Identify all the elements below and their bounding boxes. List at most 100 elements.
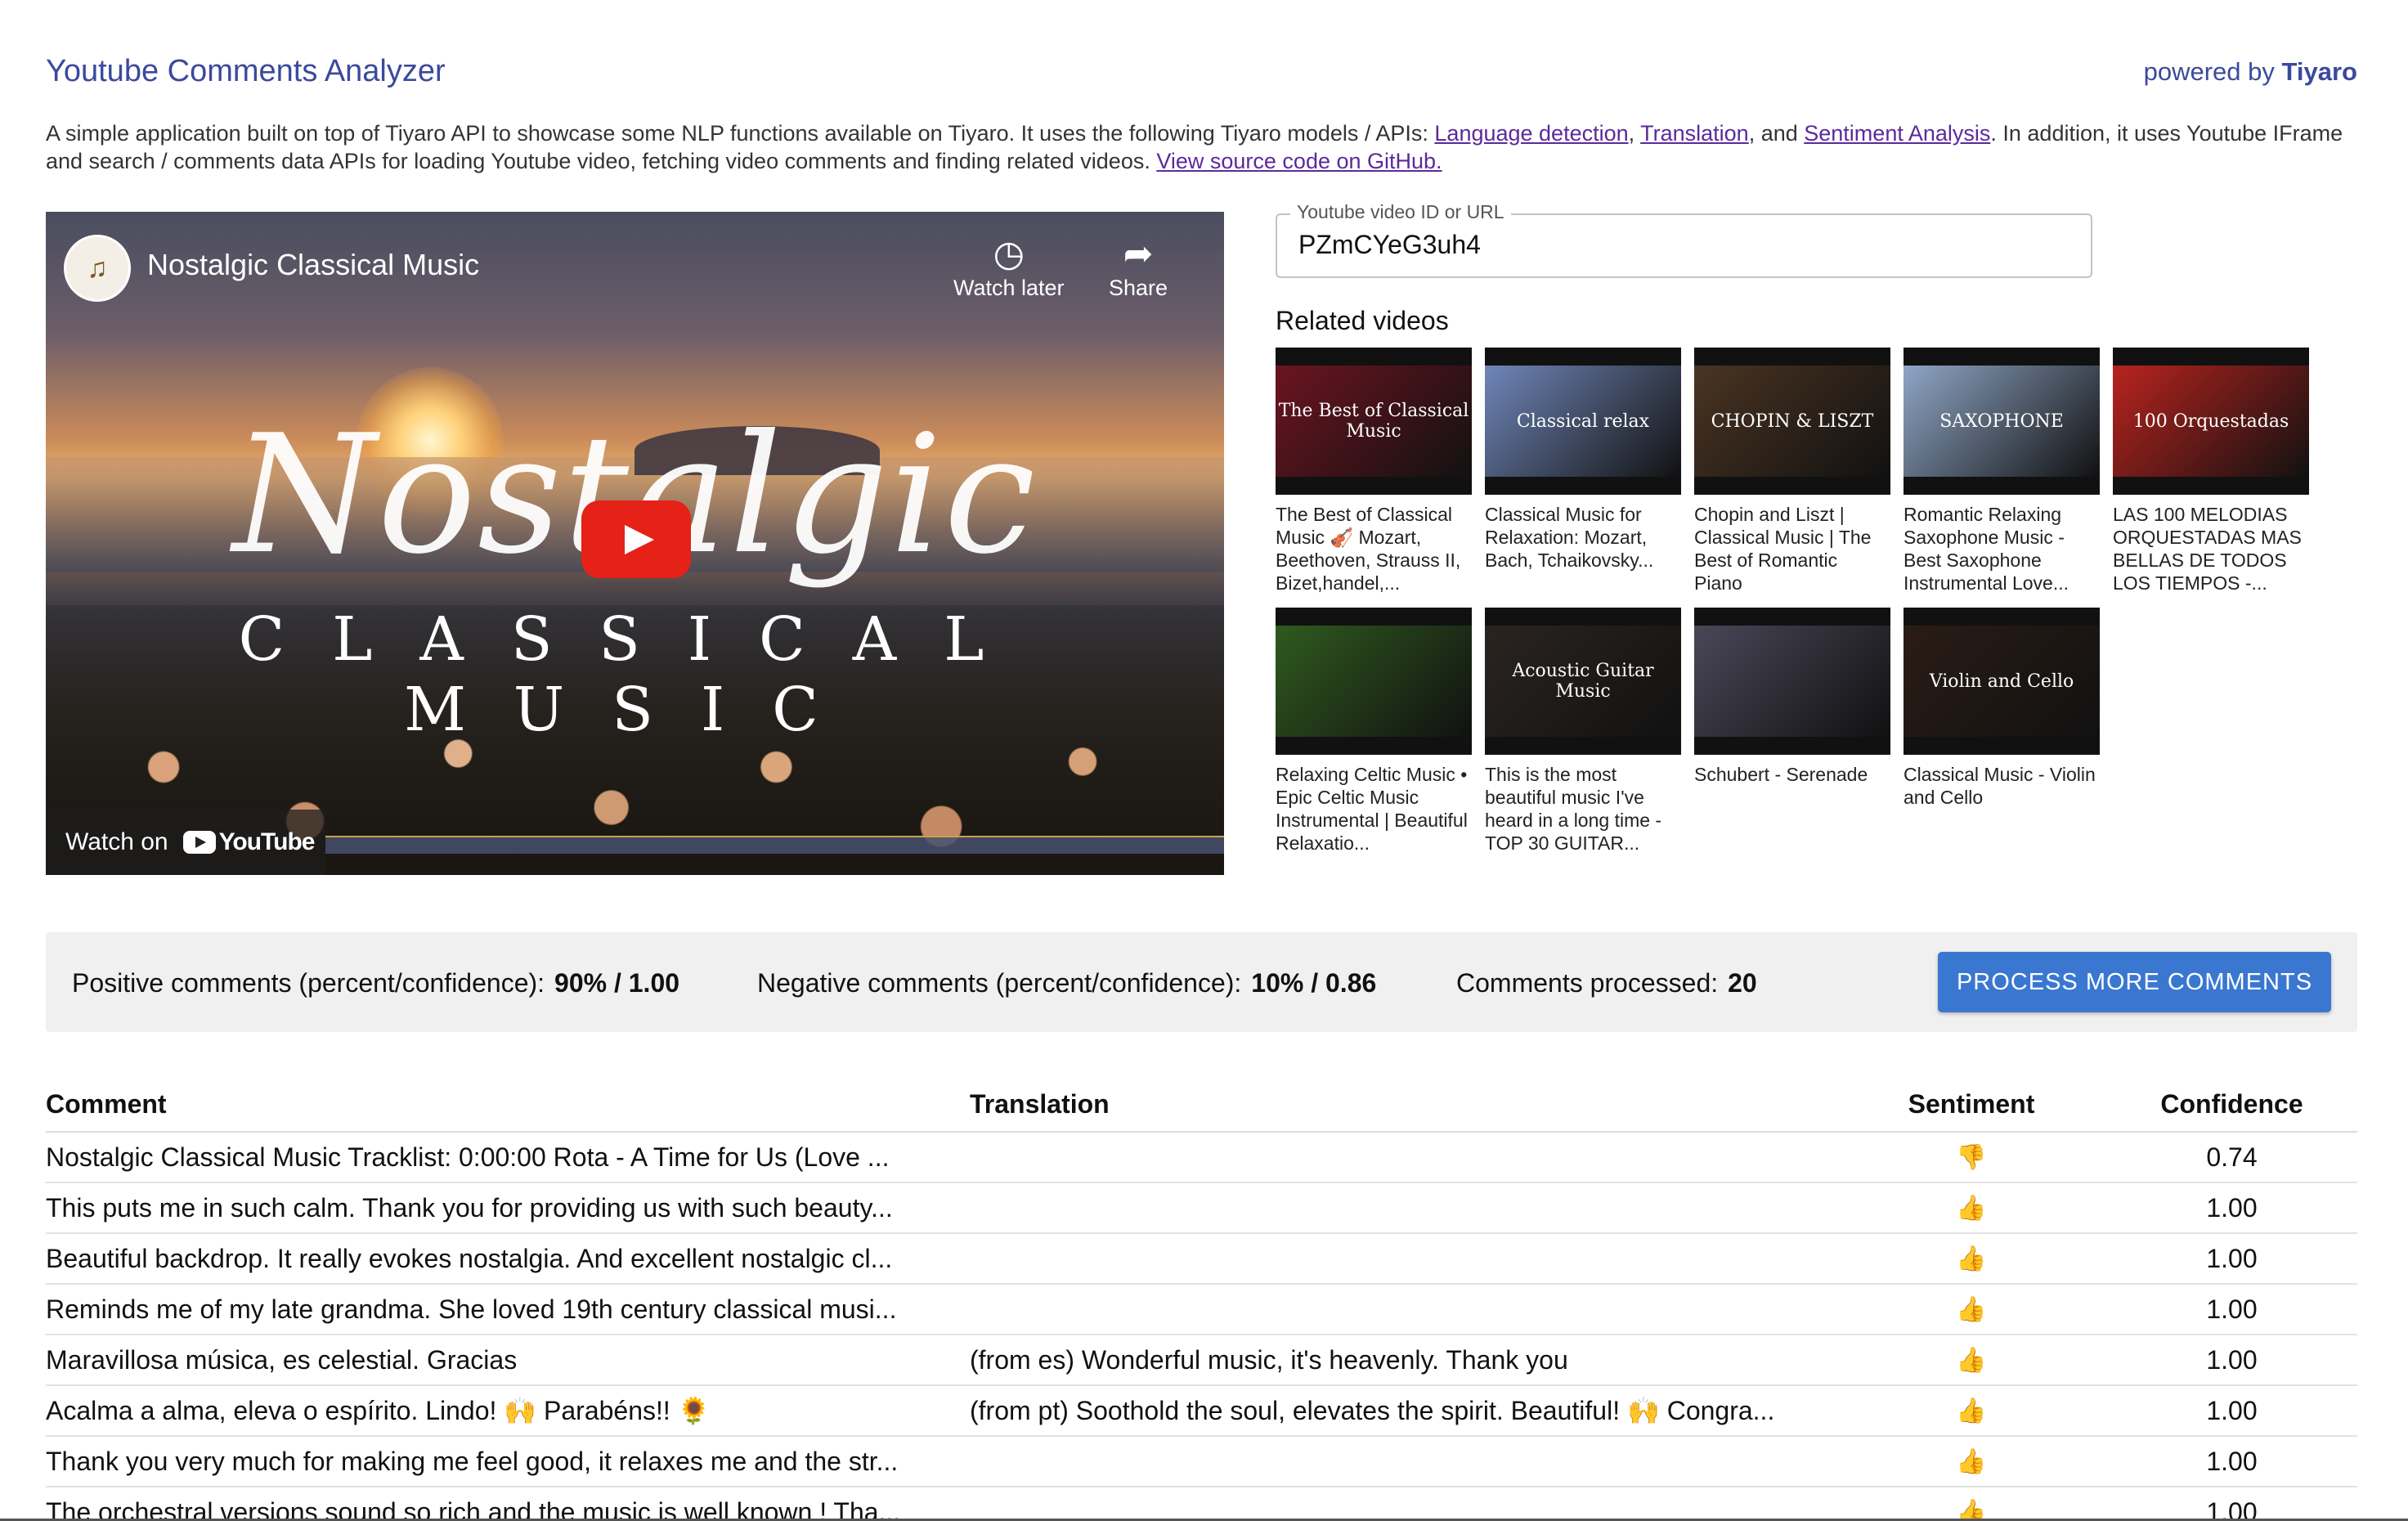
related-video-title[interactable]: Relaxing Celtic Music • Epic Celtic Musi… bbox=[1276, 763, 1472, 855]
related-videos-heading: Related videos bbox=[1276, 306, 1449, 335]
intro-separator: , and bbox=[1748, 121, 1805, 146]
related-video-thumbnail[interactable] bbox=[1276, 608, 1472, 755]
related-video-card[interactable]: Relaxing Celtic Music • Epic Celtic Musi… bbox=[1276, 608, 1472, 855]
translation-cell: (from es) Wonderful music, it's heavenly… bbox=[970, 1335, 1836, 1386]
positive-label: Positive comments (percent/confidence): bbox=[72, 968, 545, 998]
confidence-cell: 1.00 bbox=[2106, 1284, 2357, 1335]
translation-cell bbox=[970, 1132, 1836, 1183]
youtube-wordmark: YouTube bbox=[218, 828, 316, 855]
watch-later-label: Watch later bbox=[953, 276, 1065, 300]
watch-on-youtube-button[interactable]: Watch on YouTube bbox=[46, 810, 325, 875]
related-video-thumbnail[interactable]: SAXOPHONE bbox=[1904, 348, 2100, 495]
thumbnail-caption: Acoustic Guitar Music bbox=[1512, 661, 1654, 702]
related-video-title[interactable]: LAS 100 MELODIAS ORQUESTADAS MAS BELLAS … bbox=[2113, 503, 2309, 594]
related-video-title[interactable]: Schubert - Serenade bbox=[1694, 763, 1890, 786]
sentiment-cell: 👍 bbox=[1836, 1385, 2106, 1437]
related-video-card[interactable]: The Best of Classical Music The Best of C… bbox=[1276, 348, 1472, 594]
related-video-title[interactable]: Chopin and Liszt | Classical Music | The… bbox=[1694, 503, 1890, 594]
related-video-title[interactable]: This is the most beautiful music I've he… bbox=[1485, 763, 1681, 855]
table-row: Thank you very much for making me feel g… bbox=[46, 1436, 2357, 1487]
table-row: Maravillosa música, es celestial. Gracia… bbox=[46, 1335, 2357, 1386]
related-video-thumbnail[interactable]: The Best of Classical Music bbox=[1276, 348, 1472, 495]
youtube-play-icon bbox=[182, 831, 216, 854]
intro-separator: , bbox=[1628, 121, 1641, 146]
tiyaro-brand-link[interactable]: Tiyaro bbox=[2282, 57, 2357, 86]
video-id-input[interactable] bbox=[1298, 230, 2034, 260]
page-title: Youtube Comments Analyzer bbox=[46, 54, 446, 88]
video-id-label: Youtube video ID or URL bbox=[1290, 201, 1511, 223]
youtube-player[interactable]: Nostalgic CLASSICAL MUSIC ♫ Nostalgic Cl… bbox=[46, 212, 1224, 875]
related-video-thumbnail[interactable]: Classical relax bbox=[1485, 348, 1681, 495]
translation-link[interactable]: Translation bbox=[1640, 121, 1749, 146]
comment-cell: Thank you very much for making me feel g… bbox=[46, 1436, 970, 1487]
sentiment-analysis-link[interactable]: Sentiment Analysis bbox=[1804, 121, 1990, 146]
related-video-thumbnail[interactable]: CHOPIN & LISZT bbox=[1694, 348, 1890, 495]
confidence-cell: 1.00 bbox=[2106, 1182, 2357, 1234]
comment-cell: Beautiful backdrop. It really evokes nos… bbox=[46, 1233, 970, 1285]
video-progress-bar[interactable] bbox=[325, 836, 1224, 854]
sentiment-cell: 👍 bbox=[1836, 1487, 2106, 1521]
powered-by-prefix: powered by bbox=[2143, 57, 2275, 86]
related-video-card[interactable]: Acoustic Guitar Music This is the most be… bbox=[1485, 608, 1681, 855]
translation-cell bbox=[970, 1233, 1836, 1285]
related-video-title[interactable]: The Best of Classical Music 🎻 Mozart, Be… bbox=[1276, 503, 1472, 594]
related-video-card[interactable]: CHOPIN & LISZT Chopin and Liszt | Classic… bbox=[1694, 348, 1890, 594]
thumbnail-caption bbox=[1694, 626, 1890, 737]
positive-value: 90% / 1.00 bbox=[554, 968, 680, 998]
thumbnail-caption: The Best of Classical Music bbox=[1278, 401, 1469, 442]
translation-cell: (from pt) Soothold the soul, elevates th… bbox=[970, 1385, 1836, 1437]
github-source-link[interactable]: View source code on GitHub. bbox=[1156, 149, 1442, 173]
channel-avatar[interactable]: ♫ bbox=[64, 235, 131, 302]
related-video-thumbnail[interactable] bbox=[1694, 608, 1890, 755]
related-video-thumbnail[interactable]: Acoustic Guitar Music bbox=[1485, 608, 1681, 755]
related-video-title[interactable]: Classical Music - Violin and Cello bbox=[1904, 763, 2100, 809]
comment-cell: This puts me in such calm. Thank you for… bbox=[46, 1182, 970, 1234]
related-video-title[interactable]: Romantic Relaxing Saxophone Music - Best… bbox=[1904, 503, 2100, 594]
comments-table: Comment Translation Sentiment Confidence… bbox=[46, 1078, 2357, 1521]
positive-stat: Positive comments (percent/confidence): 9… bbox=[72, 968, 679, 998]
sentiment-cell: 👍 bbox=[1836, 1335, 2106, 1386]
column-header-translation: Translation bbox=[970, 1078, 1836, 1133]
play-button[interactable] bbox=[581, 500, 691, 578]
thumbnail-caption: CHOPIN & LISZT bbox=[1711, 411, 1874, 432]
powered-by[interactable]: powered by Tiyaro bbox=[2144, 57, 2357, 87]
sentiment-cell: 👍 bbox=[1836, 1233, 2106, 1285]
thumbnail-caption: SAXOPHONE bbox=[1939, 411, 2064, 432]
column-header-comment: Comment bbox=[46, 1078, 970, 1133]
confidence-cell: 1.00 bbox=[2106, 1487, 2357, 1521]
language-detection-link[interactable]: Language detection bbox=[1434, 121, 1628, 146]
related-video-thumbnail[interactable]: Violin and Cello bbox=[1904, 608, 2100, 755]
process-more-comments-button[interactable]: PROCESS MORE COMMENTS bbox=[1938, 952, 2331, 1012]
related-video-card[interactable]: Classical relax Classical Music for Relax… bbox=[1485, 348, 1681, 572]
processed-value: 20 bbox=[1728, 968, 1757, 998]
related-video-card[interactable]: Schubert - Serenade bbox=[1694, 608, 1890, 786]
sentiment-cell: 👍 bbox=[1836, 1436, 2106, 1487]
table-row: Acalma a alma, eleva o espírito. Lindo! … bbox=[46, 1385, 2357, 1437]
confidence-cell: 1.00 bbox=[2106, 1233, 2357, 1285]
thumbnail-caption: Violin and Cello bbox=[1929, 671, 2074, 692]
comment-cell: Reminds me of my late grandma. She loved… bbox=[46, 1284, 970, 1335]
comment-cell: Nostalgic Classical Music Tracklist: 0:0… bbox=[46, 1132, 970, 1183]
video-title[interactable]: Nostalgic Classical Music bbox=[147, 248, 479, 282]
related-video-card[interactable]: Violin and Cello Classical Music - Violin… bbox=[1904, 608, 2100, 809]
column-header-confidence: Confidence bbox=[2106, 1078, 2357, 1133]
negative-value: 10% / 0.86 bbox=[1251, 968, 1377, 998]
related-video-card[interactable]: SAXOPHONE Romantic Relaxing Saxophone Mus… bbox=[1904, 348, 2100, 594]
table-row: The orchestral versions sound so rich an… bbox=[46, 1487, 2357, 1521]
watch-on-label: Watch on bbox=[65, 828, 168, 855]
processed-label: Comments processed: bbox=[1456, 968, 1719, 998]
thumbnail-caption: 100 Orquestadas bbox=[2132, 411, 2289, 432]
related-video-title[interactable]: Classical Music for Relaxation: Mozart, … bbox=[1485, 503, 1681, 572]
comment-cell: Maravillosa música, es celestial. Gracia… bbox=[46, 1335, 970, 1386]
translation-cell bbox=[970, 1182, 1836, 1234]
watch-later-button[interactable]: ◷ Watch later bbox=[953, 233, 1065, 301]
negative-label: Negative comments (percent/confidence): bbox=[757, 968, 1242, 998]
share-arrow-icon: ➦ bbox=[1123, 234, 1154, 274]
related-video-thumbnail[interactable]: 100 Orquestadas bbox=[2113, 348, 2309, 495]
share-button[interactable]: ➦ Share bbox=[1109, 233, 1168, 301]
related-video-card[interactable]: 100 Orquestadas LAS 100 MELODIAS ORQUESTA… bbox=[2113, 348, 2309, 594]
sentiment-cell: 👍 bbox=[1836, 1284, 2106, 1335]
share-label: Share bbox=[1109, 276, 1168, 300]
table-row: Reminds me of my late grandma. She loved… bbox=[46, 1284, 2357, 1335]
table-row: Nostalgic Classical Music Tracklist: 0:0… bbox=[46, 1132, 2357, 1183]
